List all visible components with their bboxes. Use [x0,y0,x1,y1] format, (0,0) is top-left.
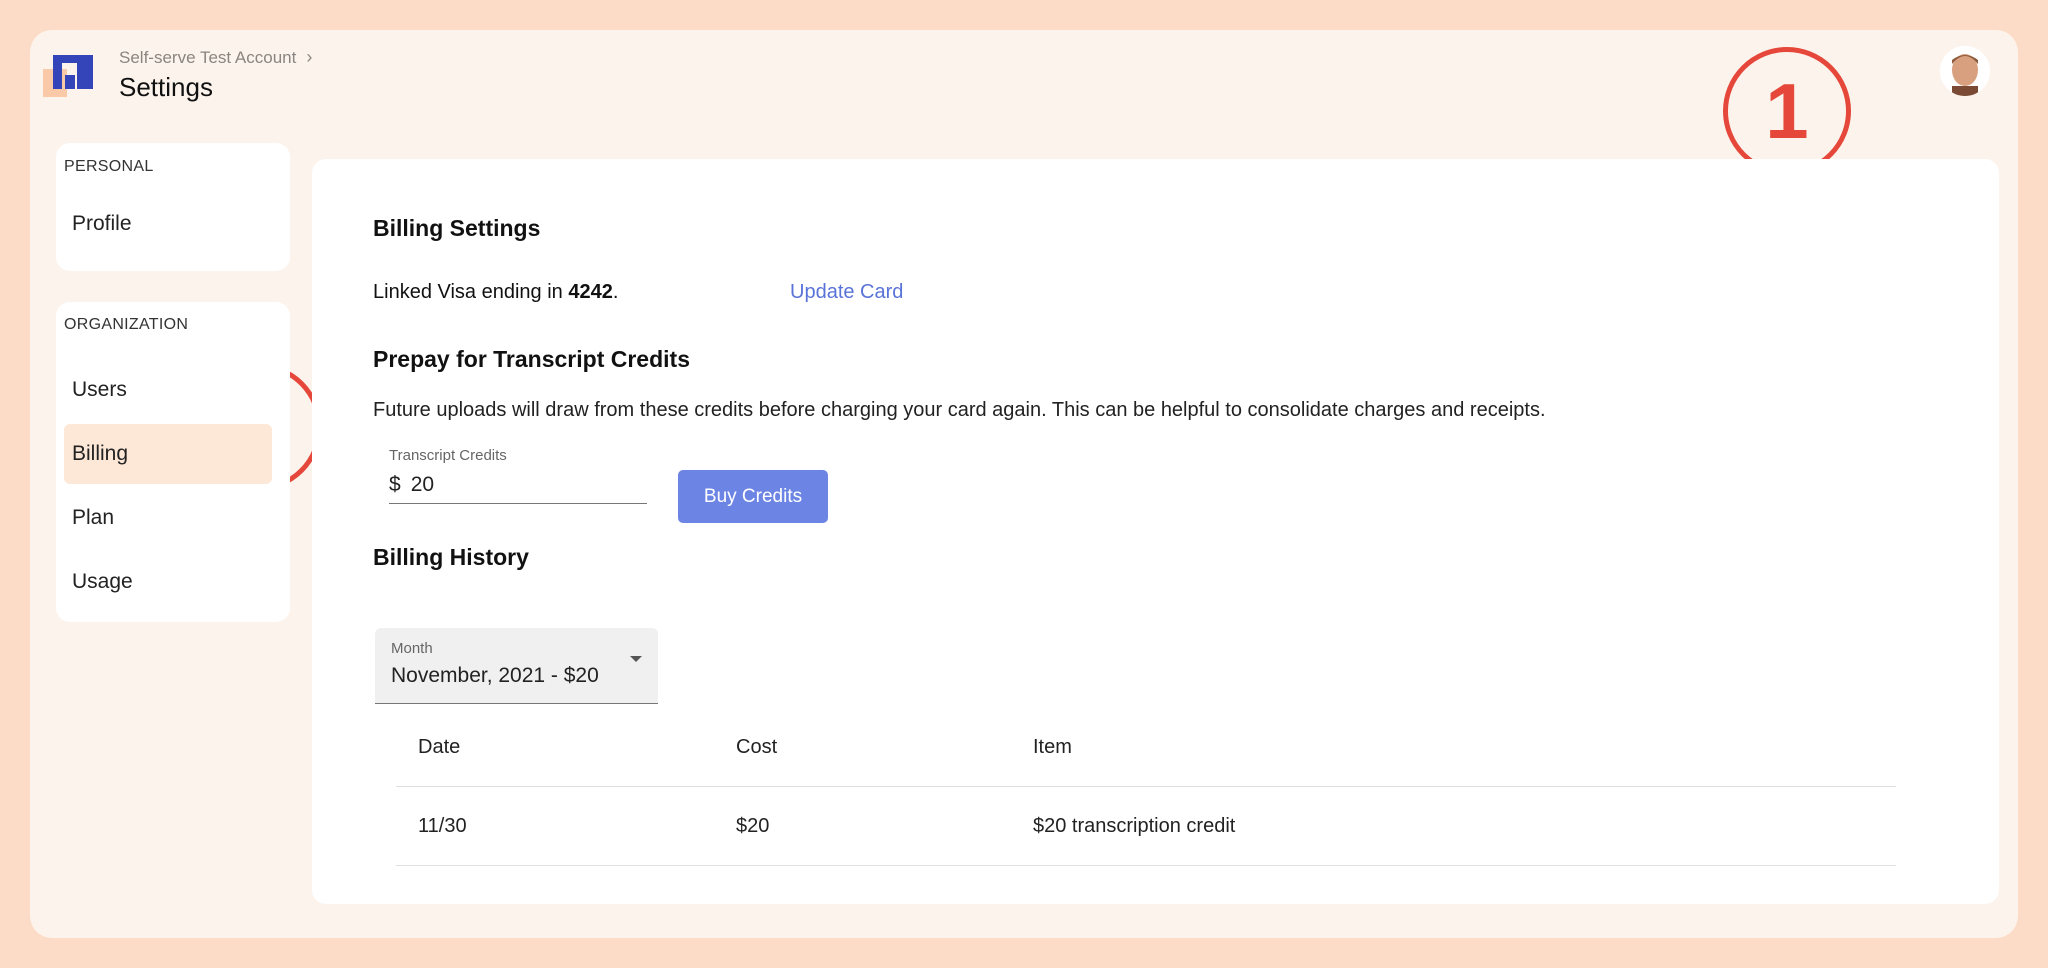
buy-credits-button[interactable]: Buy Credits [678,470,828,523]
sidebar-item-label: Users [72,378,127,401]
sidebar-organization-card: ORGANIZATION Users Billing Plan Usage [56,302,290,622]
cell-cost: $20 [736,814,770,837]
app-logo-icon[interactable] [43,49,103,105]
billing-panel: Billing Settings Linked Visa ending in 4… [312,159,1999,904]
column-header-item: Item [1033,735,1072,758]
user-avatar[interactable] [1940,46,1990,96]
sidebar-item-usage[interactable]: Usage [64,552,272,612]
sidebar-item-label: Usage [72,570,133,593]
month-select[interactable]: Month November, 2021 - $20 [375,628,658,704]
breadcrumb-account[interactable]: Self-serve Test Account [119,48,296,68]
sidebar-item-label: Billing [72,442,129,465]
linked-card-suffix: . [612,281,619,303]
avatar-icon [1940,46,1990,96]
month-select-value: November, 2021 - $20 [391,664,599,687]
sidebar-item-plan[interactable]: Plan [64,488,272,548]
transcript-credits-field[interactable]: Transcript Credits $ [389,447,647,504]
sidebar-item-users[interactable]: Users [64,360,272,420]
transcript-credits-label: Transcript Credits [389,447,507,464]
prepay-description: Future uploads will draw from these cred… [373,399,1546,421]
page-title: Settings [119,72,213,102]
linked-card-prefix: Linked Visa ending in [373,281,569,303]
sidebar-section-organization: ORGANIZATION [64,316,189,333]
sidebar-item-billing[interactable]: Billing [64,424,272,484]
prepay-title: Prepay for Transcript Credits [373,346,690,372]
sidebar-personal-card: PERSONAL Profile [56,143,290,271]
transcript-credits-row: $ [389,473,611,497]
chevron-right-icon: › [306,47,313,67]
billing-history-table: Date Cost Item 11/30 $20 $20 transcripti… [396,708,1896,866]
table-header-row: Date Cost Item [396,708,1896,787]
sidebar-item-label: Plan [72,506,115,529]
cell-item: $20 transcription credit [1033,814,1236,837]
card-last4: 4242 [568,281,613,303]
transcript-credits-input[interactable] [410,473,611,497]
billing-history-title: Billing History [373,544,529,570]
sidebar-item-profile[interactable]: Profile [64,194,272,254]
sidebar-section-personal: PERSONAL [64,158,154,175]
billing-settings-title: Billing Settings [373,215,541,241]
breadcrumb[interactable]: Self-serve Test Account › [119,47,312,68]
table-row: 11/30 $20 $20 transcription credit [396,787,1896,866]
sidebar-item-label: Profile [72,212,132,235]
callout-1: 1 [1723,47,1851,175]
cell-date: 11/30 [418,814,467,837]
update-card-link[interactable]: Update Card [790,281,903,304]
month-select-label: Month [391,640,433,657]
app-frame: Self-serve Test Account › Settings 1 2 3… [30,30,2018,938]
currency-symbol: $ [389,473,401,496]
column-header-date: Date [418,735,461,758]
column-header-cost: Cost [736,735,778,758]
linked-card-text: Linked Visa ending in 4242. [373,281,618,304]
caret-down-icon [630,656,642,662]
